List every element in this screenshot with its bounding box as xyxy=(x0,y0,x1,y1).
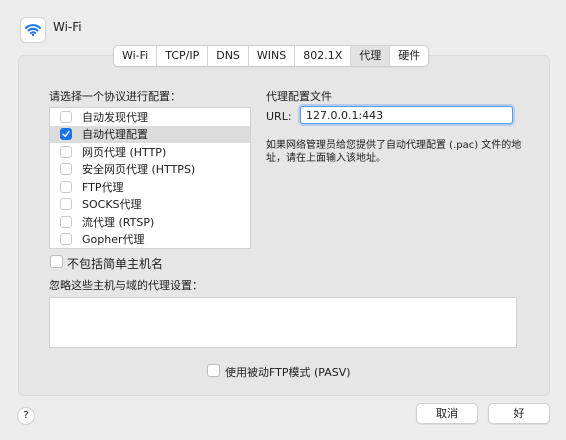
tab-proxies[interactable]: 代理 xyxy=(351,46,391,66)
config-description: 如果网络管理员给您提供了自动代理配置 (.pac) 文件的地址，请在上面输入该地… xyxy=(266,140,522,164)
list-item-label: 流代理 (RTSP) xyxy=(82,215,155,229)
exclude-simple-label: 不包括简单主机名 xyxy=(67,257,164,271)
checkmark-icon xyxy=(62,131,70,138)
tab-wifi[interactable]: Wi-Fi xyxy=(114,46,158,66)
protocol-socks[interactable]: SOCKS代理 xyxy=(50,196,250,214)
tab-dns[interactable]: DNS xyxy=(208,46,249,66)
config-heading: 代理配置文件 xyxy=(266,90,332,103)
list-item-label: 网页代理 (HTTP) xyxy=(82,145,167,159)
protocol-https[interactable]: 安全网页代理 (HTTPS) xyxy=(50,161,250,179)
url-label: URL: xyxy=(266,110,292,123)
checkbox-https[interactable] xyxy=(60,163,72,176)
checkbox-ftp[interactable] xyxy=(60,180,72,193)
passive-ftp-checkbox[interactable] xyxy=(207,364,220,377)
protocol-list: 自动发现代理 自动代理配置 网页代理 (HTTP) 安全网页代理 (HTTPS)… xyxy=(49,107,251,249)
checkbox-auto-discovery[interactable] xyxy=(60,110,72,123)
list-item-label: 自动代理配置 xyxy=(82,128,148,142)
tab-hardware[interactable]: 硬件 xyxy=(390,46,428,66)
list-item-label: 安全网页代理 (HTTPS) xyxy=(82,163,196,177)
cancel-button[interactable]: 取消 xyxy=(416,403,478,424)
tab-wins[interactable]: WINS xyxy=(249,46,296,66)
window-title: Wi-Fi xyxy=(53,20,82,34)
checkbox-auto-config[interactable] xyxy=(60,128,72,141)
network-proxy-window: Wi-Fi Wi-Fi TCP/IP DNS WINS 802.1X 代理 硬件… xyxy=(0,0,566,440)
ok-button[interactable]: 好 xyxy=(488,403,550,424)
bypass-hosts-textarea[interactable] xyxy=(49,297,517,348)
protocol-list-heading: 请选择一个协议进行配置： xyxy=(49,90,181,103)
protocol-ftp[interactable]: FTP代理 xyxy=(50,178,250,196)
exclude-simple-checkbox[interactable] xyxy=(50,255,63,268)
list-item-label: Gopher代理 xyxy=(82,233,145,247)
checkbox-rtsp[interactable] xyxy=(60,215,72,228)
protocol-auto-discovery[interactable]: 自动发现代理 xyxy=(50,108,250,126)
tab-tcpip[interactable]: TCP/IP xyxy=(157,46,209,66)
bypass-heading: 忽略这些主机与域的代理设置： xyxy=(49,279,203,292)
protocol-http[interactable]: 网页代理 (HTTP) xyxy=(50,143,250,161)
list-item-label: 自动发现代理 xyxy=(82,110,148,124)
protocol-gopher[interactable]: Gopher代理 xyxy=(50,231,250,249)
passive-ftp-label: 使用被动FTP模式 (PASV) xyxy=(225,366,351,379)
list-item-label: FTP代理 xyxy=(82,180,124,194)
tab-bar: Wi-Fi TCP/IP DNS WINS 802.1X 代理 硬件 xyxy=(113,45,430,67)
checkbox-http[interactable] xyxy=(60,145,72,158)
checkbox-gopher[interactable] xyxy=(60,233,72,246)
list-item-label: SOCKS代理 xyxy=(82,198,142,212)
tab-8021x[interactable]: 802.1X xyxy=(295,46,352,66)
checkbox-socks[interactable] xyxy=(60,198,72,211)
protocol-rtsp[interactable]: 流代理 (RTSP) xyxy=(50,213,250,231)
protocol-auto-config[interactable]: 自动代理配置 xyxy=(50,125,250,143)
wifi-icon xyxy=(20,17,46,43)
help-button[interactable]: ? xyxy=(17,407,35,425)
pac-url-input[interactable] xyxy=(300,106,513,124)
